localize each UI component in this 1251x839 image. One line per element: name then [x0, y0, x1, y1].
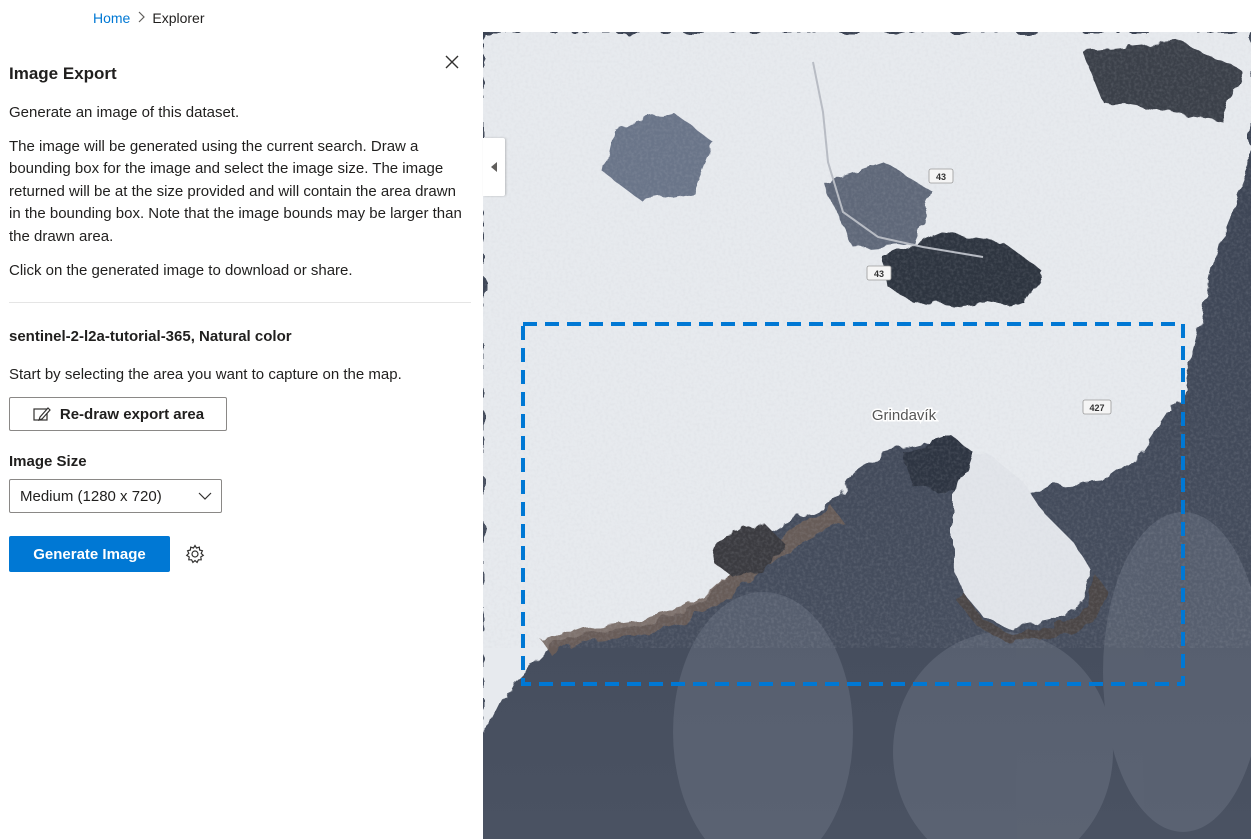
close-button[interactable] [442, 52, 462, 72]
svg-text:43: 43 [874, 269, 884, 279]
intro-paragraph: Click on the generated image to download… [9, 261, 353, 279]
redraw-label: Re-draw export area [59, 405, 205, 423]
breadcrumb-home-link[interactable]: Home [93, 10, 130, 26]
image-size-dropdown[interactable]: Medium (1280 x 720) [9, 479, 222, 513]
svg-text:427: 427 [1089, 403, 1104, 413]
image-size-label: Image Size [9, 453, 87, 470]
satellite-map[interactable]: 43 43 427 Grindavík [483, 32, 1251, 839]
breadcrumb: Home Explorer [93, 10, 205, 26]
chevron-down-icon [198, 492, 212, 500]
selection-hint: Start by selecting the area you want to … [9, 366, 402, 383]
intro-paragraph: Generate an image of this dataset. [9, 104, 240, 121]
road-label: 43 [866, 265, 892, 281]
place-label: Grindavík [872, 407, 937, 424]
gear-icon [185, 544, 205, 564]
caret-left-icon [491, 162, 497, 172]
image-size-value: Medium (1280 x 720) [20, 487, 162, 505]
panel-title: Image Export [9, 64, 117, 83]
settings-button[interactable] [184, 543, 206, 565]
image-export-panel: Image Export Generate an image of this d… [0, 36, 480, 839]
breadcrumb-current: Explorer [152, 10, 205, 26]
collapse-panel-button[interactable] [483, 138, 505, 196]
map-view[interactable]: 43 43 427 Grindavík [483, 32, 1251, 839]
generate-image-button[interactable]: Generate Image [9, 536, 170, 572]
svg-text:43: 43 [936, 172, 946, 182]
intro-text: Generate an image of this dataset. The i… [9, 102, 469, 293]
divider [9, 302, 471, 303]
redraw-export-area-button[interactable]: Re-draw export area [9, 397, 227, 431]
road-label: 427 [1082, 399, 1112, 415]
edit-area-icon [33, 407, 51, 421]
dataset-title: sentinel-2-l2a-tutorial-365, Natural col… [9, 328, 292, 345]
generate-image-label: Generate Image [33, 545, 146, 563]
intro-paragraph: The image will be generated using the cu… [9, 137, 462, 245]
chevron-right-icon [136, 10, 146, 26]
close-icon [445, 55, 459, 69]
road-label: 43 [928, 168, 954, 184]
